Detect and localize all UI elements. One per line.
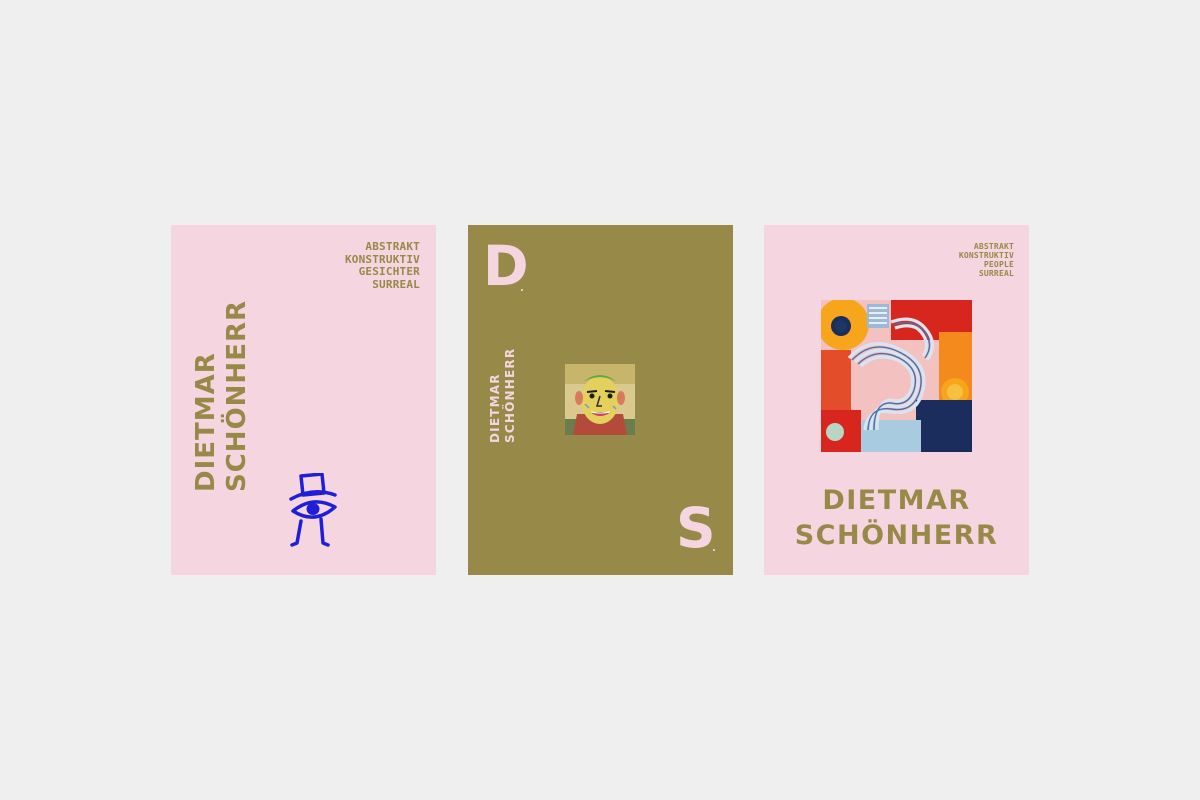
initial-dot: . xyxy=(520,283,524,294)
abstract-colorful-painting xyxy=(821,300,972,452)
face-portrait-painting xyxy=(565,364,635,435)
initial-dot: . xyxy=(712,543,716,554)
category-tag: ABSTRAKT xyxy=(365,240,420,253)
category-tag: SURREAL xyxy=(372,277,420,291)
category-tag: PEOPLE xyxy=(983,260,1014,269)
artist-last-name: SCHÖNHERR xyxy=(503,347,517,443)
category-list: ABSTRAKT KONSTRUKTIV GESICHTER SURREAL xyxy=(345,240,420,291)
artist-first-name: DIETMAR xyxy=(488,373,502,443)
artist-last-name: SCHÖNHERR xyxy=(794,520,999,551)
eye-top-hat-figure-icon xyxy=(289,473,337,547)
category-tag: ABSTRAKT xyxy=(973,242,1014,251)
category-tag: GESICHTER xyxy=(358,265,420,278)
category-tag: KONSTRUKTIV xyxy=(958,251,1014,260)
artist-name-vertical: DIETMAR SCHÖNHERR xyxy=(488,343,518,443)
artist-name-vertical: DIETMAR SCHÖNHERR xyxy=(191,300,253,492)
artist-name: DIETMAR SCHÖNHERR xyxy=(764,483,1029,553)
artist-first-name: DIETMAR xyxy=(191,352,221,492)
book-cover-2: D . DIETMAR SCHÖNHERR S . xyxy=(468,225,733,575)
category-list: ABSTRAKT KONSTRUKTIV PEOPLE SURREAL xyxy=(959,242,1014,278)
initial-letter-s: S xyxy=(676,496,716,560)
book-cover-1: ABSTRAKT KONSTRUKTIV GESICHTER SURREAL D… xyxy=(171,225,436,575)
category-tag: SURREAL xyxy=(978,269,1014,278)
book-cover-3: ABSTRAKT KONSTRUKTIV PEOPLE SURREAL DIET… xyxy=(764,225,1029,575)
artist-last-name: SCHÖNHERR xyxy=(222,300,252,492)
artist-first-name: DIETMAR xyxy=(822,485,971,516)
